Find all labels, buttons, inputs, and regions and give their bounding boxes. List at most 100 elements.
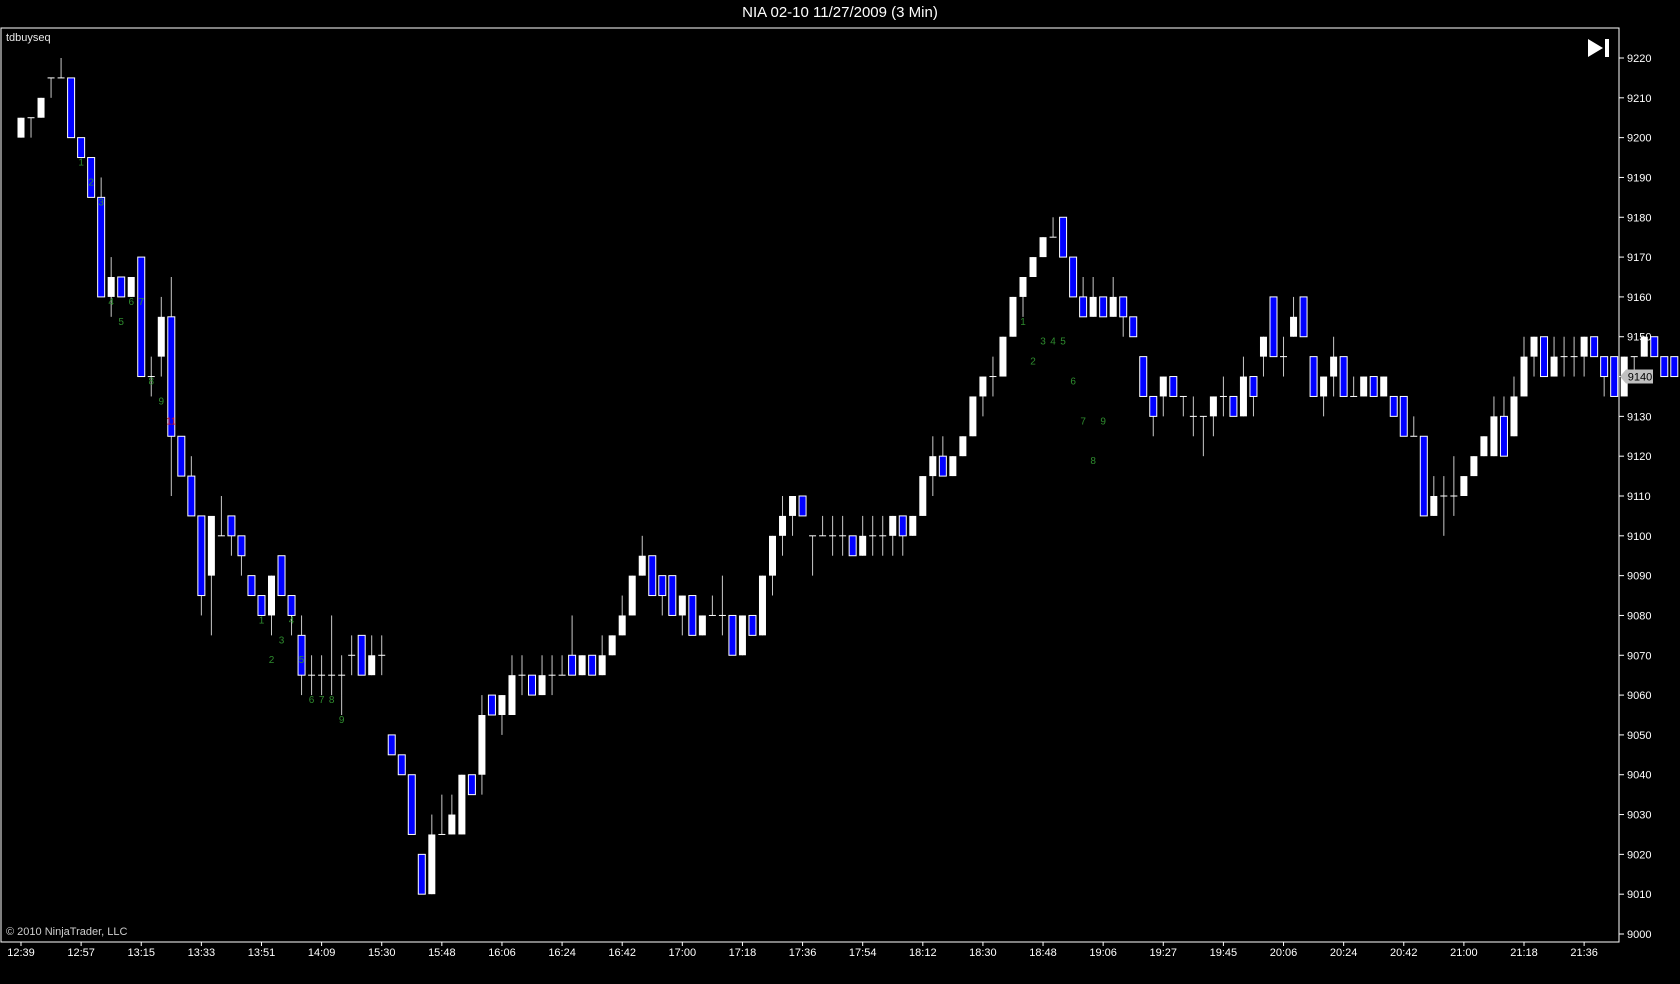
candle-up (1480, 436, 1488, 457)
x-tick-label: 18:12 (909, 947, 937, 959)
candle-down (1249, 376, 1258, 397)
td-count-label: 7 (319, 695, 325, 706)
candle-up (1290, 316, 1298, 337)
candle-down (898, 515, 907, 537)
candle-down (588, 654, 597, 676)
candle-down (1660, 356, 1669, 378)
candle-up (949, 456, 957, 477)
td-count-label: 1 (78, 158, 84, 169)
candle-down (1369, 376, 1378, 397)
candle-down (728, 614, 737, 656)
x-tick-label: 17:36 (789, 947, 817, 959)
x-tick-label: 14:09 (308, 947, 336, 959)
candle-down (1309, 356, 1318, 397)
candlestick-chart[interactable]: 9000 9010 9020 9030 9040 9050 9060 9070 9080 9090… (0, 0, 1680, 984)
candle-down (1650, 336, 1659, 358)
x-tick-label: 17:00 (669, 947, 697, 959)
candle-down (648, 555, 657, 597)
td-count-label: 2 (1030, 357, 1036, 368)
x-tick-label: 13:33 (188, 947, 216, 959)
td-count-label: 6 (309, 695, 315, 706)
candle-up (498, 695, 506, 715)
y-tick-label: 9020 (1627, 849, 1651, 861)
candle-up (979, 376, 987, 397)
copyright-text: © 2010 NinjaTrader, LLC (6, 926, 128, 938)
skip-to-end-icon[interactable] (1586, 36, 1612, 60)
candle-up (268, 575, 275, 616)
candle-down (177, 435, 186, 477)
candle-up (1380, 376, 1388, 397)
candle-up (448, 814, 456, 835)
x-tick-label: 15:30 (368, 947, 396, 959)
y-tick-label: 9050 (1627, 730, 1651, 742)
x-tick-label: 13:15 (127, 947, 155, 959)
candle-down (137, 256, 146, 378)
candle-up (207, 515, 215, 576)
td-count-label: 1 (1020, 317, 1026, 328)
candle-up (929, 456, 937, 477)
td-count-label: 4 (108, 297, 114, 308)
candle-up (1209, 396, 1217, 417)
td-count-label: 1 (259, 615, 265, 626)
y-tick-label: 9150 (1627, 332, 1651, 344)
candle-down (798, 495, 807, 517)
y-tick-label: 9060 (1627, 690, 1651, 702)
candle-down (397, 754, 406, 776)
td-count-label: 5 (299, 655, 305, 666)
candle-down (688, 595, 697, 636)
x-tick-label: 19:27 (1150, 947, 1178, 959)
candle-down (568, 654, 577, 676)
y-tick-label: 9180 (1627, 212, 1651, 224)
x-tick-label: 12:39 (7, 947, 35, 959)
y-tick-label: 9170 (1627, 252, 1651, 264)
candle-up (17, 117, 25, 138)
candle-down (1119, 296, 1128, 318)
y-tick-label: 9220 (1627, 53, 1651, 65)
y-tick-label: 9200 (1627, 133, 1651, 145)
candle-down (1399, 395, 1408, 437)
candle-down (848, 535, 857, 557)
candle-up (127, 277, 135, 297)
td-count-label: 9 (1100, 416, 1106, 427)
x-tick-label: 19:45 (1210, 947, 1238, 959)
x-tick-label: 18:30 (969, 947, 997, 959)
td-count-label: 2 (269, 655, 275, 666)
candle-up (1640, 336, 1648, 357)
candle-down (117, 276, 126, 298)
td-count-label: 8 (329, 695, 335, 706)
x-tick-label: 16:42 (608, 947, 636, 959)
x-tick-label: 16:24 (548, 947, 576, 959)
candle-up (758, 575, 766, 636)
td-count-label: 3 (98, 197, 104, 208)
candle-down (748, 614, 757, 636)
candle-up (508, 675, 516, 715)
td-count-label: 8 (148, 377, 154, 388)
candle-down (67, 77, 76, 139)
candle-down (237, 535, 246, 557)
candle-up (789, 496, 797, 516)
candle-up (538, 675, 546, 696)
y-tick-label: 9130 (1627, 411, 1651, 423)
y-tick-label: 9100 (1627, 531, 1651, 543)
candle-down (1229, 395, 1238, 417)
td-count-label: 5 (1060, 337, 1066, 348)
candle-up (1239, 376, 1247, 417)
y-tick-label: 9080 (1627, 610, 1651, 622)
y-tick-label: 9010 (1627, 889, 1651, 901)
candle-up (107, 277, 115, 297)
candle-up (1159, 376, 1167, 397)
candle-down (1389, 395, 1398, 417)
candle-up (698, 615, 706, 636)
candle-down (1139, 356, 1148, 397)
candle-down (1419, 435, 1428, 517)
plot-frame (0, 27, 1620, 943)
y-tick-label: 9040 (1627, 770, 1651, 782)
y-tick-label: 9030 (1627, 810, 1651, 822)
td-count-label: 7 (1080, 416, 1086, 427)
candle-up (1039, 237, 1047, 258)
td-count-label: 2 (88, 177, 94, 188)
candle-up (478, 715, 486, 775)
indicator-label: tdbuyseq (6, 32, 51, 44)
td-count-label: 4 (289, 615, 295, 626)
candle-up (578, 655, 586, 676)
